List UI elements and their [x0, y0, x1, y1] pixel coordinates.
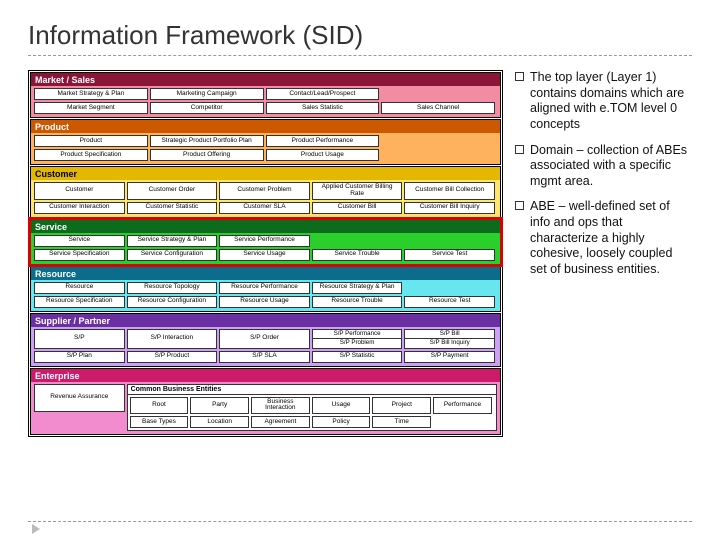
- abe-block: Service: [34, 235, 125, 247]
- domain-header: Enterprise: [31, 369, 500, 382]
- abe-block: Competitor: [150, 102, 264, 114]
- abe-block: Resource: [34, 282, 125, 294]
- abe-block: Customer Bill Collection: [404, 182, 495, 200]
- abe-block: Service Strategy & Plan: [127, 235, 218, 247]
- abe-block: Resource Topology: [127, 282, 218, 294]
- bullet-box-icon: [515, 201, 524, 210]
- abe-block: Agreement: [251, 416, 310, 428]
- bullet-box-icon: [515, 72, 524, 81]
- abe-block: Revenue Assurance: [34, 384, 125, 412]
- abe-block: Market Segment: [34, 102, 148, 114]
- abe-block: Customer Interaction: [34, 202, 125, 214]
- bullet-box-icon: [515, 145, 524, 154]
- abe-block: S/P SLA: [219, 351, 310, 363]
- note-text: The top layer (Layer 1) contains domains…: [530, 70, 692, 133]
- notes-panel: The top layer (Layer 1) contains domains…: [515, 70, 692, 437]
- abe-block: Root: [130, 397, 189, 415]
- domain-supplier: Supplier / Partner S/PS/P InteractionS/P…: [30, 313, 501, 367]
- abe-block: Contact/Lead/Prospect: [266, 88, 380, 100]
- play-arrow-icon: [32, 524, 40, 534]
- domain-product: Product ProductStrategic Product Portfol…: [30, 119, 501, 165]
- abe-block: S/P Plan: [34, 351, 125, 363]
- abe-block: Customer Bill: [312, 202, 403, 214]
- abe-block: Product: [34, 135, 148, 147]
- abe-block: Product Offering: [150, 149, 264, 161]
- abe-block: Usage: [312, 397, 371, 415]
- abe-block: Resource Usage: [219, 296, 310, 308]
- abe-block: Service Usage: [219, 249, 310, 261]
- domain-header: Service: [31, 220, 500, 233]
- abe-block: Resource Performance: [219, 282, 310, 294]
- note-item: ABE – well-defined set of info and ops t…: [515, 199, 692, 277]
- domain-header: Supplier / Partner: [31, 314, 500, 327]
- domain-header: Market / Sales: [31, 73, 500, 86]
- cbe-container: Common Business Entities RootPartyBusine…: [127, 384, 497, 432]
- domain-resource: Resource ResourceResource TopologyResour…: [30, 266, 501, 312]
- abe-block: Resource Configuration: [127, 296, 218, 308]
- abe-block: Customer SLA: [219, 202, 310, 214]
- abe-block: Customer Order: [127, 182, 218, 200]
- abe-block: S/P BillS/P Bill Inquiry: [404, 329, 495, 349]
- abe-block: S/P Payment: [404, 351, 495, 363]
- abe-block: S/P Statistic: [312, 351, 403, 363]
- abe-block: Sales Channel: [381, 102, 495, 114]
- note-item: Domain – collection of ABEs associated w…: [515, 143, 692, 190]
- abe-block: Applied Customer Billing Rate: [312, 182, 403, 200]
- abe-block: S/P Order: [219, 329, 310, 349]
- title-divider: [28, 55, 692, 56]
- abe-block: Policy: [312, 416, 371, 428]
- abe-block: Business Interaction: [251, 397, 310, 415]
- abe-block: S/P Product: [127, 351, 218, 363]
- note-text: ABE – well-defined set of info and ops t…: [530, 199, 692, 277]
- abe-block: Project: [372, 397, 431, 415]
- domain-market: Market / Sales Market Strategy & PlanMar…: [30, 72, 501, 118]
- footer-divider: [28, 521, 692, 522]
- abe-block: Product Performance: [266, 135, 380, 147]
- abe-block: Location: [190, 416, 249, 428]
- note-item: The top layer (Layer 1) contains domains…: [515, 70, 692, 133]
- domain-service: Service ServiceService Strategy & PlanSe…: [30, 219, 501, 265]
- sid-diagram: Market / Sales Market Strategy & PlanMar…: [28, 70, 503, 437]
- domain-header: Resource: [31, 267, 500, 280]
- abe-block: Service Configuration: [127, 249, 218, 261]
- cbe-title: Common Business Entities: [128, 385, 496, 395]
- abe-block: Party: [190, 397, 249, 415]
- abe-block: Resource Test: [404, 296, 495, 308]
- abe-block: Time: [372, 416, 431, 428]
- abe-block: S/P PerformanceS/P Problem: [312, 329, 403, 349]
- domain-header: Product: [31, 120, 500, 133]
- abe-block: Service Test: [404, 249, 495, 261]
- abe-block: Service Specification: [34, 249, 125, 261]
- domain-enterprise: Enterprise Revenue Assurance Common Busi…: [30, 368, 501, 436]
- abe-block: Performance: [433, 397, 492, 415]
- abe-block: Base Types: [130, 416, 189, 428]
- abe-block: Service Trouble: [312, 249, 403, 261]
- abe-block: Product Specification: [34, 149, 148, 161]
- domain-customer: Customer CustomerCustomer OrderCustomer …: [30, 166, 501, 218]
- cbe-grid: RootPartyBusiness InteractionUsageProjec…: [128, 395, 496, 431]
- abe-block: Strategic Product Portfolio Plan: [150, 135, 264, 147]
- page-title: Information Framework (SID): [28, 20, 692, 51]
- abe-grid: Market Strategy & PlanMarketing Campaign…: [31, 86, 500, 117]
- abe-block: Customer Problem: [219, 182, 310, 200]
- abe-block: Resource Strategy & Plan: [312, 282, 403, 294]
- abe-block: Resource Trouble: [312, 296, 403, 308]
- abe-block: Customer: [34, 182, 125, 200]
- abe-block: S/P: [34, 329, 125, 349]
- domain-header: Customer: [31, 167, 500, 180]
- abe-block: Market Strategy & Plan: [34, 88, 148, 100]
- abe-block: Product Usage: [266, 149, 380, 161]
- abe-block: Customer Bill Inquiry: [404, 202, 495, 214]
- abe-block: Sales Statistic: [266, 102, 380, 114]
- abe-block: Marketing Campaign: [150, 88, 264, 100]
- abe-block: Service Performance: [219, 235, 310, 247]
- abe-block: Customer Statistic: [127, 202, 218, 214]
- note-text: Domain – collection of ABEs associated w…: [530, 143, 692, 190]
- abe-block: S/P Interaction: [127, 329, 218, 349]
- abe-block: Resource Specification: [34, 296, 125, 308]
